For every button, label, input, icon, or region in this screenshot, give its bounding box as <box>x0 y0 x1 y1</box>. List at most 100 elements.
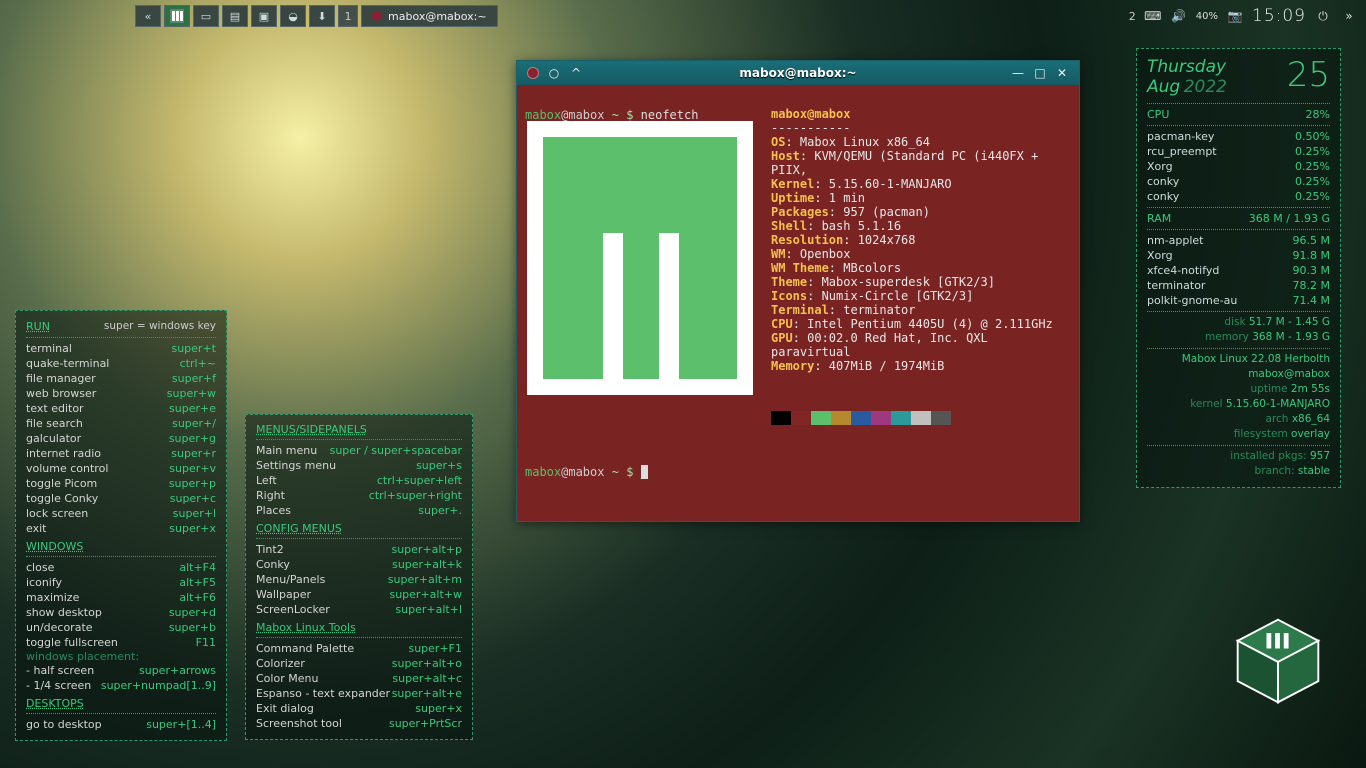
distro-name: Mabox Linux 22.08 Herbolth <box>1147 352 1330 367</box>
shortcuts-panel-menus: MENUS/SIDEPANELS Main menusuper / super+… <box>245 414 473 740</box>
shortcut-value: super+b <box>169 620 216 635</box>
shortcut-key: Screenshot tool <box>256 716 342 731</box>
neofetch-field: Host: KVM/QEMU (Standard PC (i440FX + PI… <box>771 149 1069 177</box>
neofetch-field: CPU: Intel Pentium 4405U (4) @ 2.111GHz <box>771 317 1069 331</box>
shortcut-value: super+x <box>415 701 462 716</box>
shortcut-key: text editor <box>26 401 84 416</box>
shortcut-value: super+PrtScr <box>389 716 462 731</box>
shortcut-key: Left <box>256 473 277 488</box>
kernel-value: 5.15.60-1-MANJARO <box>1226 398 1330 410</box>
branch-label: branch: <box>1255 465 1295 477</box>
taskbar-menu-button[interactable] <box>164 5 190 27</box>
shortcut-value: alt+F4 <box>179 560 216 575</box>
taskbar-installer-icon[interactable]: ⬇ <box>309 5 335 27</box>
shortcut-value: 78.2 M <box>1293 278 1330 293</box>
shortcut-value: super+r <box>171 446 216 461</box>
shortcut-key: file manager <box>26 371 96 386</box>
shortcut-key: Main menu <box>256 443 317 458</box>
shortcut-row: un/decorate super+b <box>26 620 216 635</box>
shortcut-row: conky0.25% <box>1147 189 1330 204</box>
arch-label: arch <box>1266 413 1289 425</box>
taskbar-app2-icon[interactable]: ▤ <box>222 5 248 27</box>
shortcut-key: - 1/4 screen <box>26 678 91 693</box>
shortcut-row: toggle Picomsuper+p <box>26 476 216 491</box>
shortcut-key: conky <box>1147 189 1179 204</box>
shortcut-row: - half screensuper+arrows <box>26 663 216 678</box>
shortcut-row: closealt+F4 <box>26 560 216 575</box>
date-month: Aug <box>1147 77 1180 97</box>
color-swatch <box>911 411 931 425</box>
shortcut-row: iconifyalt+F5 <box>26 575 216 590</box>
taskbar-collapse-button[interactable]: « <box>135 5 161 27</box>
shortcut-row: file searchsuper+/ <box>26 416 216 431</box>
taskbar-app1-icon[interactable]: ▭ <box>193 5 219 27</box>
neofetch-field: Uptime: 1 min <box>771 191 1069 205</box>
color-swatch <box>931 411 951 425</box>
tray-badge: 2 <box>1129 10 1136 23</box>
pkgs-value: 957 <box>1310 450 1330 462</box>
clock[interactable]: 15:09 <box>1252 6 1306 26</box>
terminal-prompt2: mabox@mabox ~ $ _ <box>525 465 648 479</box>
neofetch-field: Resolution: 1024x768 <box>771 233 1069 247</box>
cpu-header: CPU <box>1147 107 1169 122</box>
config-header: CONFIG MENUS <box>256 522 462 535</box>
kernel-label: kernel <box>1190 398 1222 410</box>
uptime-label: uptime <box>1251 383 1288 395</box>
shortcut-value: super+alt+e <box>392 686 462 701</box>
workspace-indicator[interactable]: 1 <box>338 5 358 27</box>
color-swatch <box>811 411 831 425</box>
terminal-titlebar[interactable]: ○ ^ mabox@mabox:~ — □ ✕ <box>517 61 1079 85</box>
date-number: 25 <box>1287 55 1330 95</box>
shortcut-value: 90.3 M <box>1293 263 1330 278</box>
shortcut-value: super+alt+p <box>391 542 462 557</box>
neofetch-field: OS: Mabox Linux x86_64 <box>771 135 1069 149</box>
taskbar-task-terminal[interactable]: mabox@mabox:~ <box>361 5 498 27</box>
shortcut-row: rcu_preempt0.25% <box>1147 144 1330 159</box>
neofetch-field: Theme: Mabox-superdesk [GTK2/3] <box>771 275 1069 289</box>
ram-header: RAM <box>1147 211 1171 226</box>
shortcut-key: polkit-gnome-au <box>1147 293 1237 308</box>
screenshot-icon[interactable]: 📷 <box>1226 7 1244 25</box>
shortcut-value: ctrl+~ <box>180 356 216 371</box>
shortcut-row: lock screensuper+l <box>26 506 216 521</box>
volume-icon[interactable]: 🔊 <box>1170 7 1188 25</box>
neofetch-field: GPU: 00:02.0 Red Hat, Inc. QXL paravirtu… <box>771 331 1069 359</box>
shortcut-key: quake-terminal <box>26 356 109 371</box>
prompt-host: mabox <box>568 108 604 122</box>
shortcut-key: Colorizer <box>256 656 305 671</box>
fs-value: overlay <box>1291 428 1330 440</box>
shortcut-value: alt+F6 <box>179 590 216 605</box>
shortcut-value: ctrl+super+left <box>377 473 462 488</box>
keyboard-icon[interactable]: ⌨ <box>1144 7 1162 25</box>
menus-header: MENUS/SIDEPANELS <box>256 423 462 436</box>
shortcut-row: exitsuper+x <box>26 521 216 536</box>
prompt-symbol: $ <box>626 108 633 122</box>
shortcut-row: polkit-gnome-au71.4 M <box>1147 293 1330 308</box>
shortcut-key: Exit dialog <box>256 701 314 716</box>
shortcut-key: Xorg <box>1147 159 1173 174</box>
disk-value: 51.7 M - 1.45 G <box>1249 316 1330 328</box>
shortcut-value: ctrl+super+right <box>369 488 462 503</box>
shortcut-row: text editor super+e <box>26 401 216 416</box>
shortcut-key: Command Palette <box>256 641 354 656</box>
shortcut-row: Xorg0.25% <box>1147 159 1330 174</box>
shortcut-key: xfce4-notifyd <box>1147 263 1219 278</box>
shortcut-key: un/decorate <box>26 620 93 635</box>
taskbar-terminal-icon[interactable]: ▣ <box>251 5 277 27</box>
placement-header: windows placement: <box>26 650 216 663</box>
terminal-window[interactable]: ○ ^ mabox@mabox:~ — □ ✕ mabox@mabox ~ $ … <box>516 60 1080 522</box>
shortcut-key: pacman-key <box>1147 129 1214 144</box>
shortcut-row: xfce4-notifyd 90.3 M <box>1147 263 1330 278</box>
shortcut-row: toggle Conkysuper+c <box>26 491 216 506</box>
shortcut-key: volume control <box>26 461 108 476</box>
shortcut-value: super+t <box>171 341 216 356</box>
shortcut-key: Right <box>256 488 285 503</box>
shortcut-value: super+e <box>169 401 216 416</box>
neofetch-field: WM Theme: MBcolors <box>771 261 1069 275</box>
taskbar-browser-icon[interactable]: ◒ <box>280 5 306 27</box>
shortcut-value: super+w <box>167 386 216 401</box>
task-label: mabox@mabox:~ <box>388 10 487 23</box>
tray-expand-button[interactable]: » <box>1340 7 1358 25</box>
shortcut-key: Conky <box>256 557 290 572</box>
power-icon[interactable]: ⏻ <box>1314 7 1332 25</box>
